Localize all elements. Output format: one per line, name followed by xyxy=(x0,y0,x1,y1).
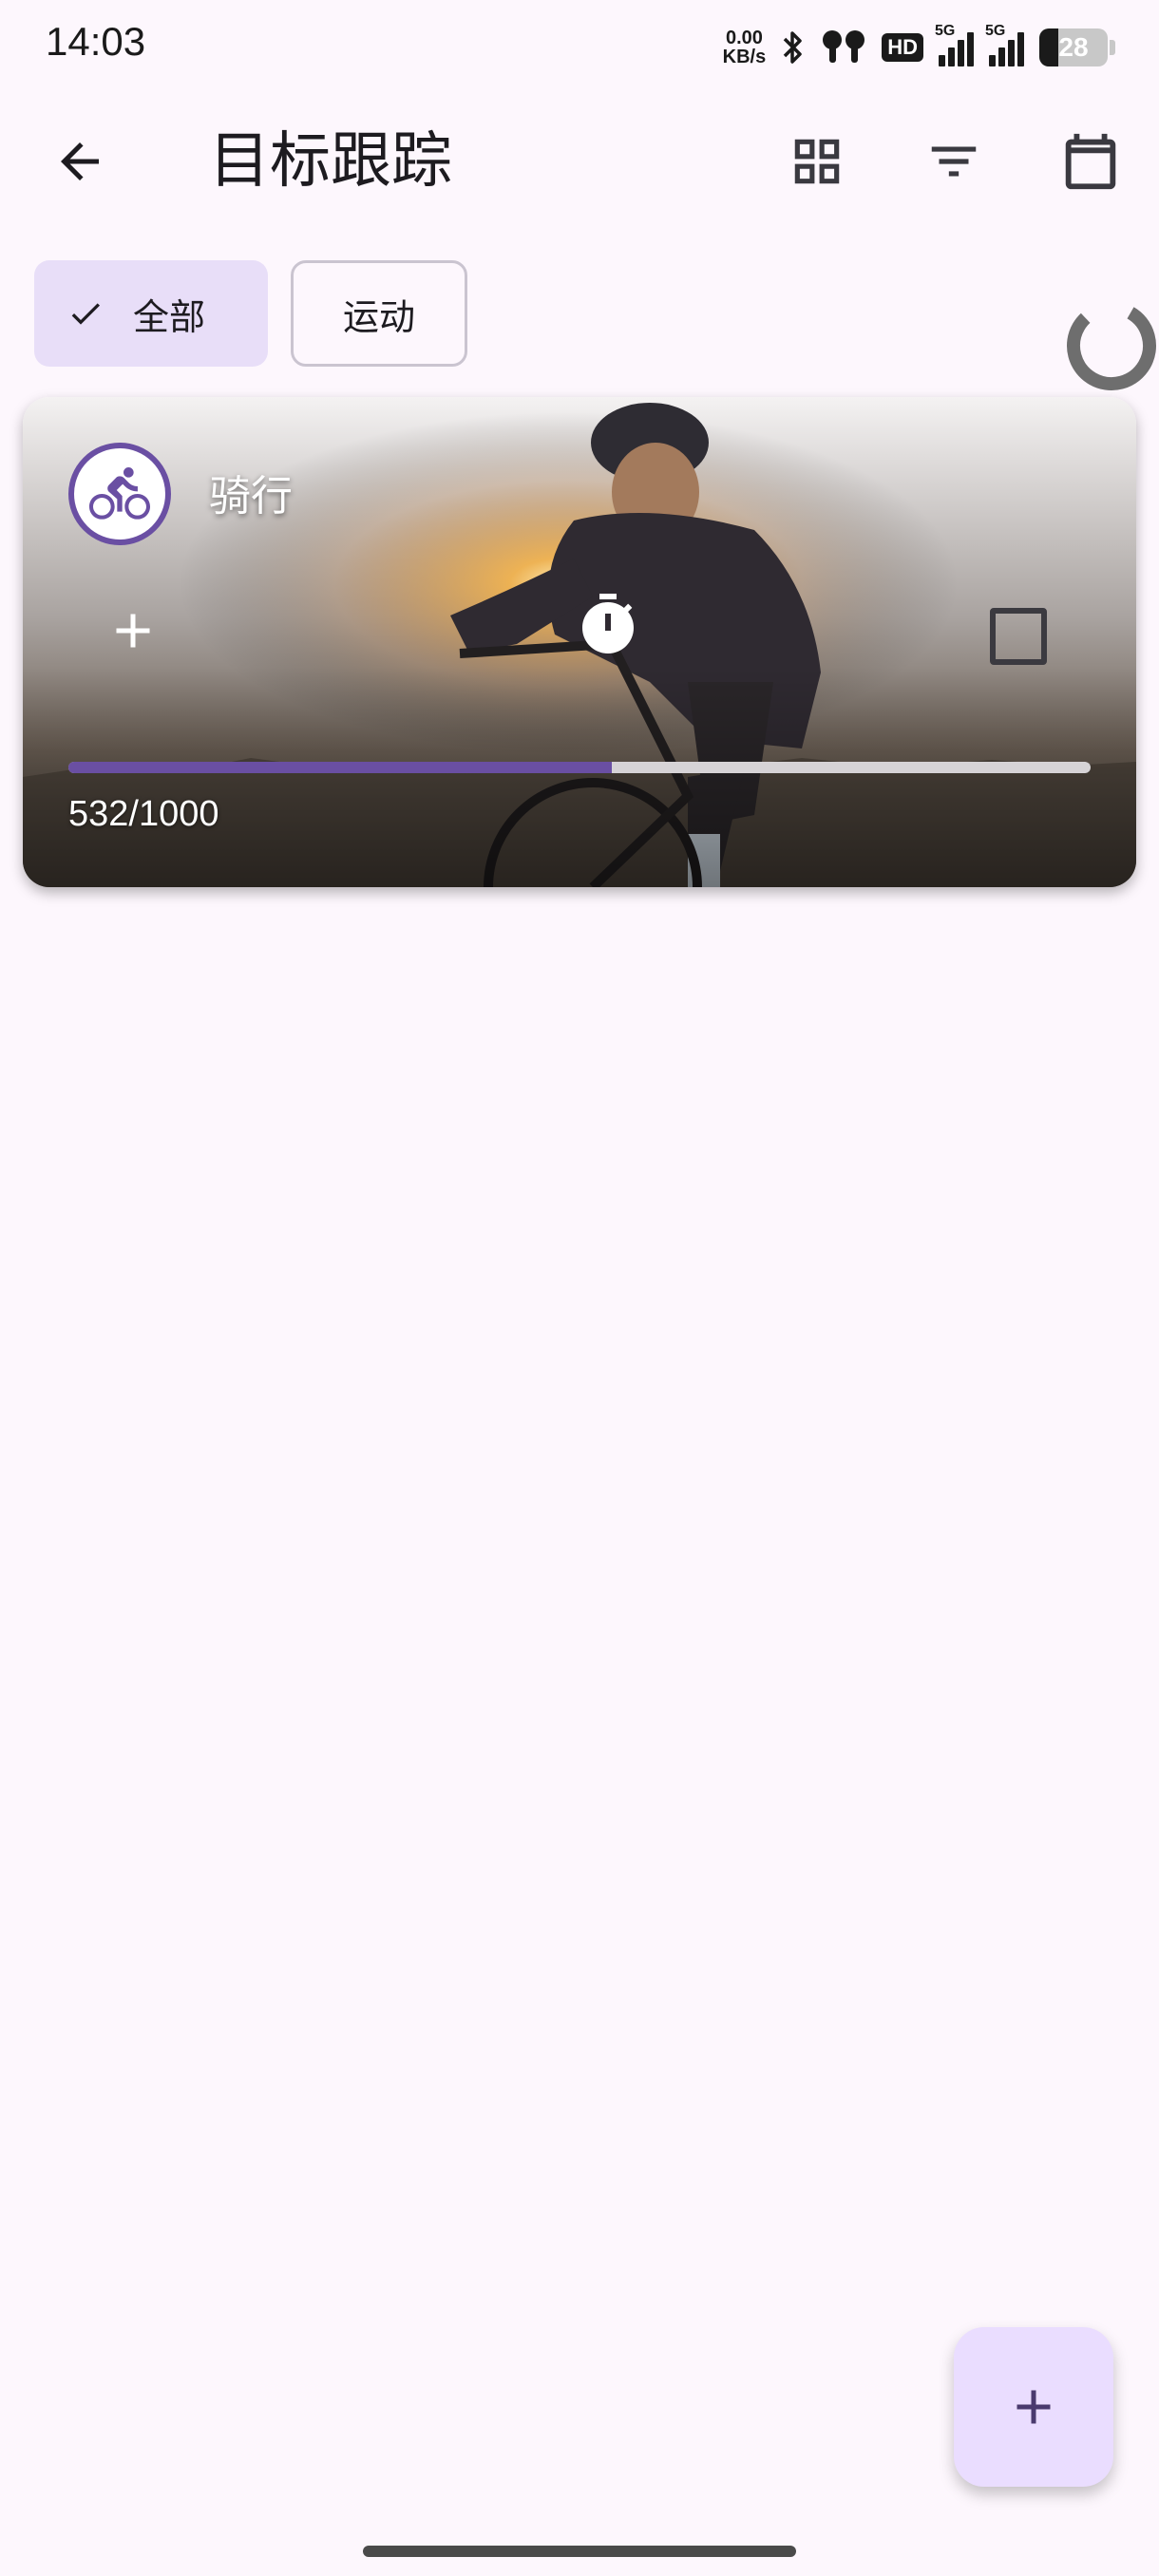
goal-progress-bar xyxy=(68,762,1091,773)
home-indicator xyxy=(363,2546,796,2557)
signal-type-label: 5G xyxy=(935,23,956,39)
battery-level: 28 xyxy=(1058,32,1089,62)
goal-complete-checkbox[interactable] xyxy=(990,608,1047,665)
bike-icon xyxy=(89,467,150,520)
page-title: 目标跟踪 xyxy=(209,126,452,197)
goal-card[interactable]: 骑行 532/1000 xyxy=(23,397,1136,887)
grid-view-icon xyxy=(794,139,840,184)
grid-view-button[interactable] xyxy=(771,116,863,207)
filter-button[interactable] xyxy=(908,116,999,207)
calendar-button[interactable] xyxy=(1045,116,1136,207)
filter-list-icon xyxy=(931,146,977,177)
network-speed: 0.00 KB/s xyxy=(723,28,767,66)
network-speed-value: 0.00 xyxy=(725,28,763,48)
battery-icon: 28 xyxy=(1039,28,1108,66)
chip-all-label: 全部 xyxy=(133,295,206,338)
goal-progress-text: 532/1000 xyxy=(68,794,219,834)
arrow-back-icon xyxy=(61,142,99,180)
chip-all[interactable]: 全部 xyxy=(34,260,268,367)
status-bar: 14:03 0.00 KB/s HD 5G 5G 28 xyxy=(0,0,1159,95)
goal-avatar xyxy=(68,443,171,545)
status-icons: 0.00 KB/s HD 5G 5G 28 xyxy=(723,23,1115,70)
add-icon xyxy=(1016,2390,1051,2424)
signal-strength-icon: 5G xyxy=(985,23,1024,66)
signal-strength-icon: 5G xyxy=(935,23,974,66)
back-button[interactable] xyxy=(34,116,125,207)
loading-spinner-icon xyxy=(1067,301,1156,390)
status-time: 14:03 xyxy=(46,19,146,64)
hd-voice-badge: HD xyxy=(882,33,923,62)
add-icon xyxy=(116,614,150,648)
goal-title: 骑行 xyxy=(209,472,293,521)
earbuds-icon xyxy=(823,30,865,63)
chip-sport[interactable]: 运动 xyxy=(291,260,467,367)
chip-sport-label: 运动 xyxy=(342,295,415,338)
signal-type-label: 5G xyxy=(985,23,1006,39)
top-app-bar: 目标跟踪 xyxy=(0,104,1159,218)
battery-tip xyxy=(1110,40,1115,55)
network-speed-unit: KB/s xyxy=(722,47,767,67)
goal-add-button[interactable] xyxy=(99,597,167,665)
goal-progress-fill xyxy=(68,762,613,773)
bluetooth-icon xyxy=(783,31,802,64)
add-goal-fab[interactable] xyxy=(954,2327,1113,2487)
calendar-icon xyxy=(1065,133,1116,190)
check-icon xyxy=(71,303,100,325)
goal-timer-button[interactable] xyxy=(543,560,673,690)
timer-icon xyxy=(582,594,634,653)
